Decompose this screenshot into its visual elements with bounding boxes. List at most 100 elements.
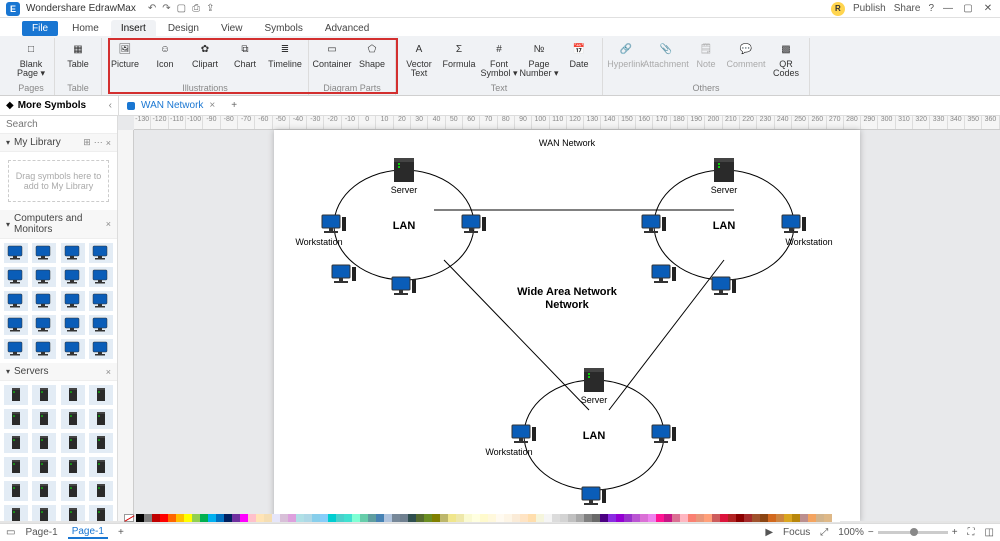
color-swatch[interactable]: [664, 514, 672, 522]
color-swatch[interactable]: [360, 514, 368, 522]
shape-computer[interactable]: [32, 243, 56, 263]
shape-computer[interactable]: [61, 291, 85, 311]
page[interactable]: WAN Network Wide Area Network Network LA…: [274, 130, 860, 521]
shape-server[interactable]: [4, 433, 28, 453]
color-swatch[interactable]: [448, 514, 456, 522]
table-button[interactable]: ▦Table: [61, 40, 95, 69]
timeline-button[interactable]: ≣Timeline: [268, 40, 302, 69]
color-swatch[interactable]: [784, 514, 792, 522]
color-swatch[interactable]: [408, 514, 416, 522]
color-swatch[interactable]: [144, 514, 152, 522]
shape-computer[interactable]: [89, 243, 113, 263]
formula-button[interactable]: ΣFormula: [442, 40, 476, 69]
tab-design[interactable]: Design: [158, 20, 209, 36]
color-swatch[interactable]: [440, 514, 448, 522]
shape-computer[interactable]: [61, 243, 85, 263]
minimize-button[interactable]: —: [942, 3, 954, 14]
color-swatch[interactable]: [216, 514, 224, 522]
shape-computer[interactable]: [4, 267, 28, 287]
color-swatch[interactable]: [392, 514, 400, 522]
color-swatch[interactable]: [640, 514, 648, 522]
color-swatch[interactable]: [800, 514, 808, 522]
color-swatch[interactable]: [672, 514, 680, 522]
color-swatch[interactable]: [528, 514, 536, 522]
maximize-button[interactable]: ▢: [962, 3, 974, 14]
vector-text-button[interactable]: AVectorText: [402, 40, 436, 78]
qr-codes-button[interactable]: ▩QRCodes: [769, 40, 803, 78]
color-swatch[interactable]: [728, 514, 736, 522]
shape-server[interactable]: [89, 385, 113, 405]
color-swatch[interactable]: [792, 514, 800, 522]
color-swatch[interactable]: [320, 514, 328, 522]
color-swatch[interactable]: [480, 514, 488, 522]
share-button[interactable]: Share: [894, 3, 921, 14]
shape-server[interactable]: [32, 481, 56, 501]
color-swatch[interactable]: [200, 514, 208, 522]
color-swatch[interactable]: [472, 514, 480, 522]
color-swatch[interactable]: [520, 514, 528, 522]
doc-tab-close[interactable]: ×: [209, 100, 215, 111]
panel-mylibrary[interactable]: ▾ My Library ⊞⋯×: [0, 134, 117, 152]
color-swatch[interactable]: [536, 514, 544, 522]
color-swatch[interactable]: [752, 514, 760, 522]
avatar[interactable]: R: [831, 2, 845, 16]
color-swatch[interactable]: [304, 514, 312, 522]
color-swatch[interactable]: [296, 514, 304, 522]
shape-server[interactable]: [61, 385, 85, 405]
color-swatch[interactable]: [648, 514, 656, 522]
panel-servers[interactable]: ▾ Servers ×: [0, 363, 117, 381]
shape-server[interactable]: [32, 433, 56, 453]
fit-icon[interactable]: ⤢: [820, 527, 828, 538]
symbols-shape-icon[interactable]: ◆: [6, 100, 14, 111]
tab-view[interactable]: View: [211, 20, 253, 36]
add-page-button[interactable]: +: [118, 527, 124, 538]
search-input[interactable]: [6, 119, 118, 130]
shape-server[interactable]: [89, 433, 113, 453]
shape-button[interactable]: ⬠Shape: [355, 40, 389, 69]
color-bar[interactable]: [118, 513, 988, 523]
layout-icon[interactable]: ▢: [177, 3, 186, 14]
color-swatch[interactable]: [624, 514, 632, 522]
color-swatch[interactable]: [280, 514, 288, 522]
color-swatch[interactable]: [272, 514, 280, 522]
chart-button[interactable]: ⧉Chart: [228, 40, 262, 69]
color-swatch[interactable]: [744, 514, 752, 522]
container-button[interactable]: ▭Container: [315, 40, 349, 69]
color-swatch[interactable]: [576, 514, 584, 522]
more-symbols-label[interactable]: More Symbols: [18, 100, 86, 111]
shape-computer[interactable]: [89, 315, 113, 335]
shape-computer[interactable]: [89, 267, 113, 287]
panel-computers[interactable]: ▾ Computers and Monitors ×: [0, 210, 117, 239]
color-swatch[interactable]: [600, 514, 608, 522]
color-swatch[interactable]: [816, 514, 824, 522]
color-swatch[interactable]: [232, 514, 240, 522]
shape-computer[interactable]: [61, 315, 85, 335]
zoom-slider[interactable]: [878, 531, 948, 534]
color-swatch[interactable]: [512, 514, 520, 522]
color-swatch[interactable]: [464, 514, 472, 522]
no-color[interactable]: [124, 514, 134, 522]
shape-server[interactable]: [61, 505, 85, 521]
color-swatch[interactable]: [240, 514, 248, 522]
color-swatch[interactable]: [504, 514, 512, 522]
color-swatch[interactable]: [824, 514, 832, 522]
color-swatch[interactable]: [168, 514, 176, 522]
color-swatch[interactable]: [288, 514, 296, 522]
color-swatch[interactable]: [328, 514, 336, 522]
color-swatch[interactable]: [632, 514, 640, 522]
color-swatch[interactable]: [760, 514, 768, 522]
color-swatch[interactable]: [568, 514, 576, 522]
color-swatch[interactable]: [768, 514, 776, 522]
zoom-control[interactable]: 100% − +: [838, 527, 957, 538]
shape-server[interactable]: [32, 409, 56, 429]
shape-server[interactable]: [89, 481, 113, 501]
color-swatch[interactable]: [712, 514, 720, 522]
color-swatch[interactable]: [688, 514, 696, 522]
picture-button[interactable]: 🖼Picture: [108, 40, 142, 69]
color-swatch[interactable]: [416, 514, 424, 522]
shape-computer[interactable]: [4, 243, 28, 263]
canvas[interactable]: WAN Network Wide Area Network Network LA…: [134, 130, 1000, 521]
color-swatch[interactable]: [184, 514, 192, 522]
panels-icon[interactable]: ◫: [985, 527, 994, 538]
shape-server[interactable]: [61, 457, 85, 477]
